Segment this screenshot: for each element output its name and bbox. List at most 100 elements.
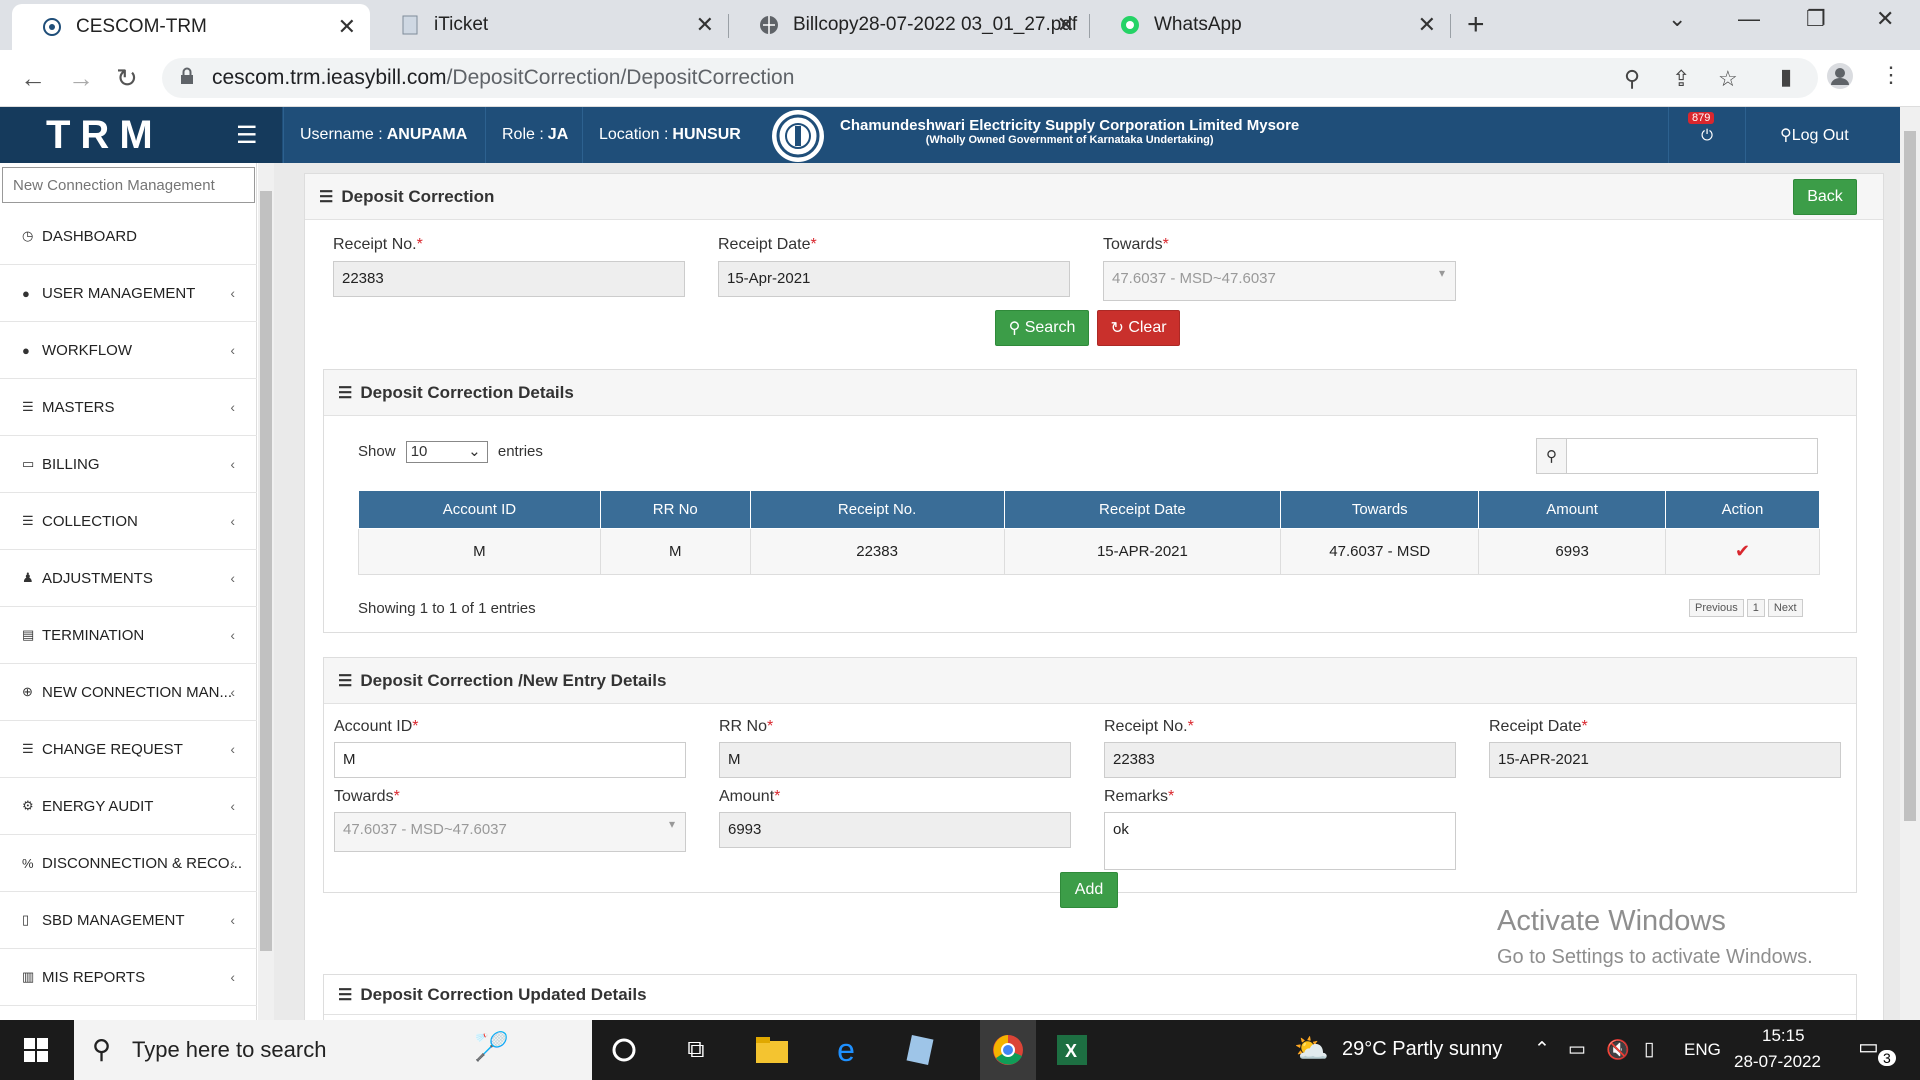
globe-icon xyxy=(759,15,779,35)
sidebar: ◷DASHBOARD ●USER MANAGEMENT‹ ●WORKFLOW‹ … xyxy=(0,163,257,1020)
tab-billcopy-pdf[interactable]: Billcopy28-07-2022 03_01_27.pdf ✕ xyxy=(729,0,1089,50)
sidebar-item-energy-audit[interactable]: ⚙ ENERGY AUDIT ‹ xyxy=(0,778,257,835)
scrollbar-thumb[interactable] xyxy=(260,191,272,951)
table-search-box[interactable]: ⚲ xyxy=(1536,438,1818,474)
column-header[interactable]: Towards xyxy=(1280,490,1480,529)
cortana-icon[interactable] xyxy=(606,1032,642,1068)
sidebar-scrollbar[interactable] xyxy=(258,163,274,1020)
profile-avatar-icon[interactable] xyxy=(1826,62,1854,96)
entry-towards-select[interactable]: 47.6037 - MSD~47.6037 ▾ xyxy=(334,812,686,852)
tab-cescom-trm[interactable]: CESCOM-TRM ✕ xyxy=(12,4,370,50)
windows-start-icon[interactable] xyxy=(18,1032,54,1068)
close-window-icon[interactable]: ✕ xyxy=(1876,6,1894,32)
clear-button[interactable]: ↻ Clear xyxy=(1097,310,1180,346)
amount-input[interactable]: 6993 xyxy=(719,812,1071,848)
taskbar-search-box[interactable]: ⚲ Type here to search 🏸 xyxy=(74,1020,592,1080)
zoom-icon[interactable]: ⚲ xyxy=(1624,66,1640,92)
column-header[interactable]: RR No xyxy=(599,490,751,529)
add-button[interactable]: Add xyxy=(1060,872,1118,908)
task-view-icon[interactable]: ⧉ xyxy=(678,1032,714,1068)
restore-icon[interactable]: ❐ xyxy=(1806,6,1826,32)
bookmark-star-icon[interactable]: ☆ xyxy=(1718,66,1738,92)
side-panel-icon[interactable]: ▮ xyxy=(1780,64,1792,90)
hamburger-menu-icon[interactable]: ☰ xyxy=(236,121,258,150)
weather-text[interactable]: 29°C Partly sunny xyxy=(1342,1038,1502,1061)
back-arrow-icon[interactable]: ← xyxy=(20,63,46,94)
browser-menu-icon[interactable]: ⋮ xyxy=(1880,62,1902,88)
close-tab-icon[interactable]: ✕ xyxy=(696,12,714,38)
select-check-icon[interactable]: ✔ xyxy=(1735,541,1750,561)
trash-icon: ▤ xyxy=(22,627,35,642)
column-header[interactable]: Receipt No. xyxy=(749,490,1005,529)
reload-icon[interactable]: ↻ xyxy=(116,63,138,94)
device-icon[interactable]: ▯ xyxy=(1644,1038,1654,1061)
rr-no-input[interactable]: M xyxy=(719,742,1071,778)
language-indicator[interactable]: ENG xyxy=(1684,1040,1721,1060)
back-button[interactable]: Back xyxy=(1793,179,1857,215)
cell-action: ✔ xyxy=(1665,528,1820,575)
chrome-icon[interactable] xyxy=(980,1020,1036,1080)
close-tab-icon[interactable]: ✕ xyxy=(1418,12,1436,38)
tab-iticket[interactable]: iTicket ✕ xyxy=(370,0,728,50)
logout-button[interactable]: ⚲Log Out xyxy=(1780,125,1849,145)
tab-whatsapp[interactable]: WhatsApp ✕ xyxy=(1090,0,1450,50)
tab-search-chevron-icon[interactable]: ⌄ xyxy=(1668,6,1686,32)
next-page-button[interactable]: Next xyxy=(1767,599,1803,617)
search-button[interactable]: ⚲ Search xyxy=(995,310,1089,346)
sidebar-item-dashboard[interactable]: ◷ DASHBOARD xyxy=(0,208,257,265)
minimize-icon[interactable]: — xyxy=(1738,6,1760,32)
new-tab-icon[interactable]: + xyxy=(1467,8,1485,42)
sidebar-item-adjustments[interactable]: ♟ ADJUSTMENTS ‹ xyxy=(0,550,257,607)
show-hidden-icons-chevron-icon[interactable]: ⌃ xyxy=(1534,1038,1550,1061)
cell-rr-no: M xyxy=(599,528,751,575)
sidebar-item-user-management[interactable]: ● USER MANAGEMENT ‹ xyxy=(0,265,257,322)
sidebar-item-termination[interactable]: ▤ TERMINATION ‹ xyxy=(0,607,257,664)
towards-select[interactable]: 47.6037 - MSD~47.6037 ▾ xyxy=(1103,261,1456,301)
sidebar-item-masters[interactable]: ☰ MASTERS ‹ xyxy=(0,379,257,436)
column-header[interactable]: Account ID xyxy=(358,490,601,529)
volume-muted-icon[interactable]: 🔇 xyxy=(1606,1038,1630,1062)
previous-page-button[interactable]: Previous xyxy=(1689,599,1744,617)
sidebar-item-billing[interactable]: ▭ BILLING ‹ xyxy=(0,436,257,493)
sidebar-item-sbd-management[interactable]: ▯ SBD MANAGEMENT ‹ xyxy=(0,892,257,949)
notification-center-icon[interactable]: ▭ xyxy=(1858,1034,1879,1060)
scrollbar-thumb[interactable] xyxy=(1904,131,1916,821)
amount-label: Amount* xyxy=(719,788,781,805)
address-bar[interactable]: cescom.trm.ieasybill.com/DepositCorrecti… xyxy=(162,58,1818,98)
chevron-left-icon: ‹ xyxy=(230,513,235,529)
close-tab-icon[interactable]: ✕ xyxy=(338,14,356,40)
remarks-textarea[interactable]: ok xyxy=(1104,812,1456,870)
sidebar-search-input[interactable] xyxy=(2,167,255,203)
chevron-left-icon: ‹ xyxy=(230,285,235,301)
close-tab-icon[interactable]: ✕ xyxy=(1057,12,1075,38)
column-header[interactable]: Action xyxy=(1665,490,1820,529)
account-id-input[interactable]: M xyxy=(334,742,686,778)
receipt-date-input[interactable]: 15-Apr-2021 xyxy=(718,261,1070,297)
chevron-left-icon: ‹ xyxy=(230,399,235,415)
main-content: ☰ Deposit Correction Back Receipt No.* 22… xyxy=(274,163,1900,1034)
column-header[interactable]: Receipt Date xyxy=(1003,490,1282,529)
entry-receipt-no-input[interactable]: 22383 xyxy=(1104,742,1456,778)
sidebar-item-disconnection[interactable]: % DISCONNECTION & RECO... ‹ xyxy=(0,835,257,892)
excel-icon[interactable]: X xyxy=(1054,1032,1090,1068)
clock-time[interactable]: 15:15 xyxy=(1762,1026,1805,1046)
internet-explorer-icon[interactable]: e xyxy=(828,1032,864,1068)
page-button[interactable]: 1 xyxy=(1746,599,1765,617)
clock-date[interactable]: 28-07-2022 xyxy=(1734,1052,1821,1072)
entries-select[interactable]: 10 ⌄ xyxy=(405,441,488,463)
page-scrollbar[interactable] xyxy=(1900,107,1920,1020)
sidebar-item-change-request[interactable]: ☰ CHANGE REQUEST ‹ xyxy=(0,721,257,778)
column-header[interactable]: Amount xyxy=(1478,490,1667,529)
forward-arrow-icon[interactable]: → xyxy=(68,63,94,94)
app-icon[interactable] xyxy=(902,1032,938,1068)
sidebar-item-workflow[interactable]: ● WORKFLOW ‹ xyxy=(0,322,257,379)
sidebar-item-collection[interactable]: ☰ COLLECTION ‹ xyxy=(0,493,257,550)
file-explorer-icon[interactable] xyxy=(754,1032,790,1068)
receipt-no-input[interactable]: 22383 xyxy=(333,261,685,297)
sidebar-item-new-connection[interactable]: ⊕ NEW CONNECTION MAN... ‹ xyxy=(0,664,257,721)
sidebar-item-mis-reports[interactable]: ▥ MIS REPORTS ‹ xyxy=(0,949,257,1006)
share-icon[interactable]: ⇪ xyxy=(1672,66,1690,92)
network-icon[interactable]: ▭ xyxy=(1568,1038,1586,1061)
dropdown-arrow-icon: ▾ xyxy=(668,817,675,831)
entry-receipt-date-input[interactable]: 15-APR-2021 xyxy=(1489,742,1841,778)
